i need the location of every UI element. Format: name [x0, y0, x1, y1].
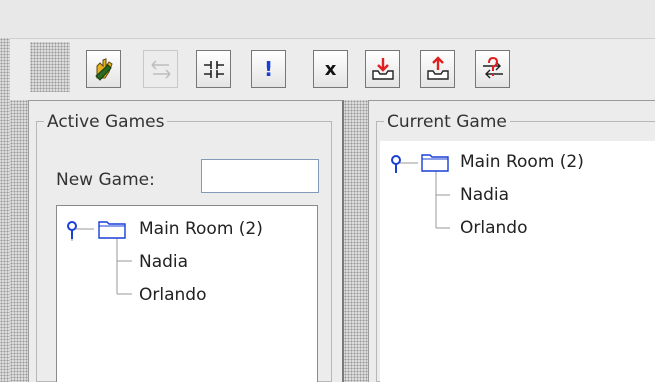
left-edge-grip[interactable] [0, 38, 10, 382]
help-transfer-button[interactable] [475, 50, 510, 88]
split-button[interactable] [196, 50, 231, 88]
hand-flag-icon [94, 58, 113, 81]
tree-root-main-room[interactable]: Main Room (2) [460, 151, 584, 173]
tree-child-player-2[interactable]: Orlando [139, 284, 206, 306]
active-games-title: Active Games [44, 112, 168, 132]
swap-arrows-icon [150, 60, 171, 79]
folder-icon [421, 154, 449, 172]
alert-button[interactable]: ! [251, 50, 286, 88]
download-tray-icon [371, 58, 394, 80]
current-game-tree[interactable]: Main Room (2) Nadia Orlando [380, 141, 655, 382]
split-icon [203, 61, 224, 78]
current-game-title: Current Game [384, 112, 510, 132]
close-button[interactable]: x [313, 50, 348, 88]
toolbar-drag-handle[interactable] [30, 42, 70, 92]
tree-child-player-1[interactable]: Nadia [460, 184, 509, 206]
tree-child-player-1[interactable]: Nadia [139, 251, 188, 273]
exclamation-icon: ! [263, 57, 274, 81]
question-arrows-icon [482, 56, 503, 79]
new-game-input[interactable] [201, 159, 319, 193]
window-titlebar [0, 0, 655, 38]
panel-splitter[interactable] [344, 100, 368, 382]
upload-tray-icon [426, 56, 449, 80]
x-icon: x [324, 58, 337, 80]
folder-icon [98, 221, 126, 239]
new-game-label: New Game: [56, 170, 155, 190]
download-button[interactable] [365, 50, 400, 88]
connect-button[interactable] [86, 50, 121, 88]
left-panel-grip[interactable] [10, 100, 28, 382]
active-games-tree[interactable]: Main Room (2) Nadia Orlando [56, 205, 318, 382]
tree-root-main-room[interactable]: Main Room (2) [139, 218, 263, 240]
swap-button[interactable] [143, 50, 178, 88]
upload-button[interactable] [420, 50, 455, 88]
tree-child-player-2[interactable]: Orlando [460, 217, 527, 239]
